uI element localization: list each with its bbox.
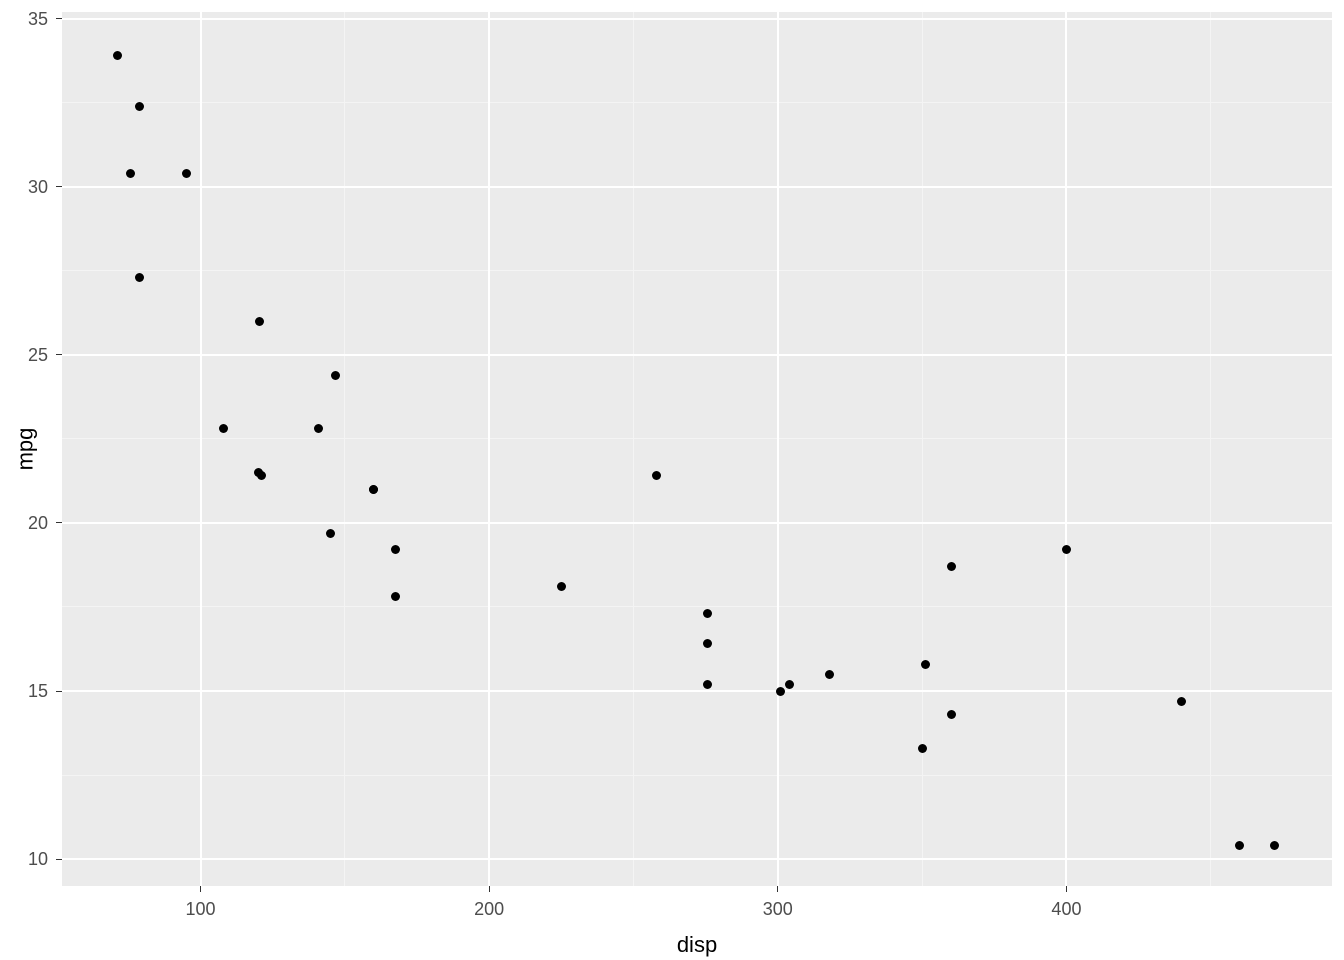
x-tick-label: 200 <box>474 900 504 918</box>
plot-panel <box>62 12 1332 886</box>
gridline-minor-v <box>922 12 923 886</box>
x-tick-mark <box>489 886 490 892</box>
data-point <box>326 529 335 538</box>
gridline-minor-v <box>633 12 634 886</box>
gridline-minor-h <box>62 270 1332 271</box>
y-tick-mark <box>56 186 62 187</box>
gridline-minor-h <box>62 102 1332 103</box>
data-point <box>182 169 191 178</box>
y-axis-title: mpg <box>14 428 36 471</box>
y-tick-mark <box>56 354 62 355</box>
data-point <box>947 562 956 571</box>
data-point <box>776 687 785 696</box>
gridline-minor-v <box>344 12 345 886</box>
x-tick-label: 300 <box>763 900 793 918</box>
data-point <box>1177 697 1186 706</box>
y-tick-label: 10 <box>28 850 48 868</box>
x-axis-title: disp <box>677 934 717 956</box>
data-point <box>825 670 834 679</box>
y-tick-mark <box>56 691 62 692</box>
data-point <box>947 710 956 719</box>
gridline-major-v <box>777 12 779 886</box>
gridline-major-v <box>1065 12 1067 886</box>
y-tick-label: 35 <box>28 10 48 28</box>
data-point <box>331 371 340 380</box>
gridline-major-h <box>62 18 1332 20</box>
y-tick-mark <box>56 18 62 19</box>
data-point <box>921 660 930 669</box>
gridline-major-h <box>62 690 1332 692</box>
data-point <box>113 51 122 60</box>
x-tick-label: 400 <box>1051 900 1081 918</box>
y-tick-label: 30 <box>28 178 48 196</box>
y-tick-mark <box>56 522 62 523</box>
gridline-major-h <box>62 186 1332 188</box>
gridline-minor-h <box>62 606 1332 607</box>
x-tick-label: 100 <box>186 900 216 918</box>
x-tick-mark <box>777 886 778 892</box>
y-tick-mark <box>56 859 62 860</box>
gridline-minor-h <box>62 775 1332 776</box>
gridline-major-v <box>200 12 202 886</box>
gridline-major-h <box>62 522 1332 524</box>
y-tick-label: 20 <box>28 514 48 532</box>
data-point <box>255 317 264 326</box>
y-tick-label: 15 <box>28 682 48 700</box>
data-point <box>126 169 135 178</box>
scatter-chart: 100 200 300 400 10 15 20 25 30 35 disp mpg <box>0 0 1344 960</box>
x-tick-mark <box>1066 886 1067 892</box>
data-point <box>1270 841 1279 850</box>
gridline-minor-h <box>62 438 1332 439</box>
data-point <box>369 485 378 494</box>
x-tick-mark <box>200 886 201 892</box>
y-tick-label: 25 <box>28 346 48 364</box>
data-point <box>918 744 927 753</box>
gridline-major-h <box>62 354 1332 356</box>
gridline-major-h <box>62 858 1332 860</box>
data-point <box>135 102 144 111</box>
data-point <box>785 680 794 689</box>
gridline-major-v <box>488 12 490 886</box>
gridline-minor-v <box>1210 12 1211 886</box>
